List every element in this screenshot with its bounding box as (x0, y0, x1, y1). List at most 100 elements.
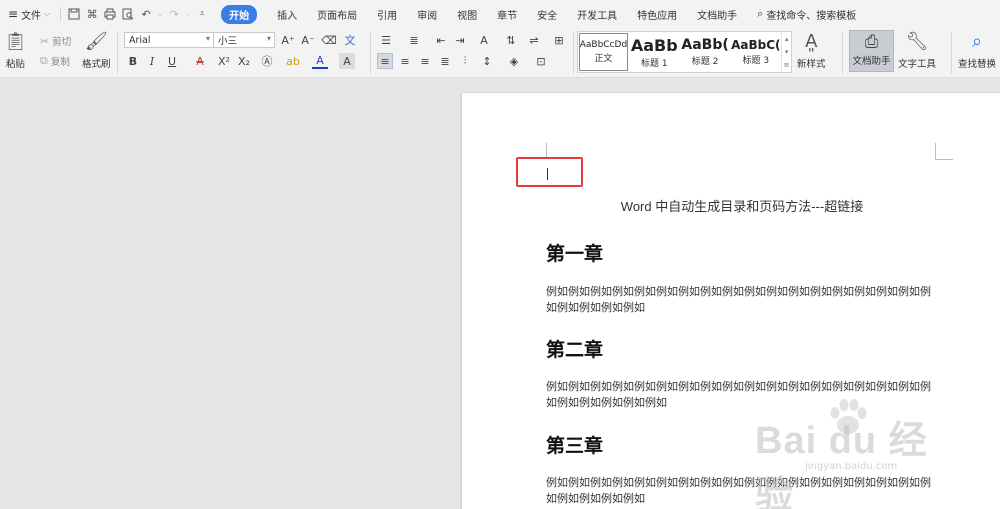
chevron-down-icon: ▾ (205, 34, 210, 43)
shrink-font-icon[interactable]: A⁻ (300, 32, 316, 48)
style-normal[interactable]: AaBbCcDd 正文 (579, 33, 628, 71)
output-pdf-icon[interactable]: ⌘ (83, 0, 101, 28)
increase-indent-icon[interactable]: ⇥ (452, 32, 468, 48)
justify-icon[interactable]: ≣ (437, 53, 453, 69)
font-size-select[interactable]: 小三 ▾ (213, 32, 275, 48)
bullet-list-icon[interactable]: ☰ (378, 32, 394, 48)
brush-icon: 🖌︎ (84, 31, 108, 52)
styles-scrollbar[interactable]: ▴ ▾ ≡ (781, 32, 791, 72)
find-replace-label: 查找替换 (958, 59, 997, 70)
tab-features[interactable]: 特色应用 (627, 0, 687, 28)
style-heading-2[interactable]: AaBb( 标题 2 (680, 32, 731, 72)
align-center-icon[interactable]: ≡ (397, 53, 413, 69)
document-title: Word 中自动生成目录和页码方法---超链接 (620, 199, 864, 214)
numbered-list-icon[interactable]: ≣ (406, 32, 422, 48)
paste-label: 粘贴 (5, 59, 25, 70)
customize-toolbar-icon[interactable]: ⩡ (193, 0, 211, 28)
paste-button[interactable]: 📋︎ 粘贴 (4, 31, 27, 70)
style-heading-1[interactable]: AaBb 标题 1 (629, 32, 680, 72)
grow-font-icon[interactable]: A⁺ (280, 32, 296, 48)
chevron-down-icon: ⌵ (44, 9, 51, 18)
borders-icon[interactable]: ⊡ (533, 53, 549, 69)
save-icon[interactable] (65, 0, 83, 28)
margin-mark (546, 143, 547, 157)
copy-icon: ⧉ (40, 54, 48, 67)
chapter-body: 例如例如例如例如例如例如例如例如例如例如例如例如例如例如例如例如例如例如例如例如… (546, 285, 931, 314)
highlight-box (516, 157, 583, 187)
text-direction-icon[interactable]: A (476, 32, 492, 48)
document-workspace: Word 中自动生成目录和页码方法---超链接 第一章 例如例如例如例如例如例如… (0, 79, 1000, 509)
font-color-icon[interactable]: A (312, 53, 328, 69)
decrease-indent-icon[interactable]: ⇤ (433, 32, 449, 48)
bold-icon[interactable]: B (125, 53, 141, 69)
doc-helper-icon: ⎙ (864, 32, 879, 52)
tab-doc-assistant[interactable]: 文档助手 (687, 0, 747, 28)
clipboard-icon: 📋︎ (4, 31, 27, 52)
tab-insert[interactable]: 插入 (267, 0, 307, 28)
font-name-select[interactable]: Arial ▾ (124, 32, 214, 48)
sort-icon[interactable]: ⇅ (503, 32, 519, 48)
superscript-icon[interactable]: X² (216, 53, 232, 69)
new-style-label: 新样式 (797, 59, 826, 70)
chapter-heading: 第一章 (546, 243, 604, 265)
divider (951, 32, 952, 74)
doc-helper-label: 文档助手 (852, 56, 891, 67)
file-menu[interactable]: ≡ 文件 ⌵ (0, 0, 56, 28)
find-replace-button[interactable]: ⌕ 查找替换 (958, 31, 996, 70)
new-style-button[interactable]: A͈ 新样式 (797, 31, 826, 70)
shading-icon[interactable]: ◈ (506, 53, 522, 69)
undo-icon[interactable]: ↶ (137, 0, 155, 28)
doc-helper-button[interactable]: ⎙ 文档助手 (849, 30, 894, 72)
tab-security[interactable]: 安全 (527, 0, 567, 28)
chapter-heading: 第三章 (546, 435, 604, 457)
tab-home[interactable]: 开始 (211, 0, 267, 28)
copy-button[interactable]: ⧉ 复制 (40, 54, 70, 68)
format-painter-button[interactable]: 🖌︎ 格式刷 (82, 31, 111, 70)
file-menu-label: 文件 (21, 10, 42, 22)
chapter-body: 例如例如例如例如例如例如例如例如例如例如例如例如例如例如例如例如例如例如例如例如… (546, 380, 931, 409)
subscript-icon[interactable]: X₂ (236, 53, 252, 69)
command-search[interactable]: ⌕ 查找命令、搜索模板 (747, 7, 856, 22)
document-page[interactable]: Word 中自动生成目录和页码方法---超链接 第一章 例如例如例如例如例如例如… (462, 93, 1000, 509)
tab-page-layout[interactable]: 页面布局 (307, 0, 367, 28)
distributed-icon[interactable]: ⫶ (457, 53, 473, 69)
phonetic-guide-icon[interactable]: 文 (342, 32, 358, 48)
tab-developer[interactable]: 开发工具 (567, 0, 627, 28)
align-right-icon[interactable]: ≡ (417, 53, 433, 69)
new-style-icon: A͈ (805, 31, 818, 52)
align-left-icon[interactable]: ≡ (377, 53, 393, 69)
text-effect-icon[interactable]: Ⓐ (259, 53, 275, 69)
char-shading-icon[interactable]: A (339, 53, 355, 69)
divider (573, 32, 574, 74)
tab-review[interactable]: 审阅 (407, 0, 447, 28)
tab-references[interactable]: 引用 (367, 0, 407, 28)
print-icon[interactable] (101, 0, 119, 28)
margin-mark (935, 143, 953, 160)
redo-icon[interactable]: ↷ (165, 0, 183, 28)
style-heading-3[interactable]: AaBbC( 标题 3 (730, 32, 781, 72)
text-tools-label: 文字工具 (898, 59, 937, 70)
text-tools-button[interactable]: 🔧︎ 文字工具 (898, 31, 936, 70)
cut-button[interactable]: ✂ 剪切 (40, 34, 71, 49)
italic-icon[interactable]: I (144, 53, 160, 69)
divider (117, 32, 118, 74)
undo-dropdown-icon[interactable]: ⌵ (155, 0, 165, 28)
expand-icon[interactable]: ≡ (784, 61, 790, 69)
hamburger-icon: ≡ (8, 7, 19, 21)
highlight-icon[interactable]: ab (285, 53, 301, 69)
tab-view[interactable]: 视图 (447, 0, 487, 28)
strikethrough-icon[interactable]: A (192, 53, 208, 69)
underline-icon[interactable]: U (164, 53, 180, 69)
command-search-label: 查找命令、搜索模板 (766, 10, 857, 22)
line-spacing-icon[interactable]: ↕ (479, 53, 495, 69)
table-grid-icon[interactable]: ⊞ (551, 32, 567, 48)
show-marks-icon[interactable]: ⇌ (526, 32, 542, 48)
redo-dropdown-icon[interactable]: ⌵ (183, 0, 193, 28)
chevron-up-icon[interactable]: ▴ (785, 35, 789, 43)
clear-format-icon[interactable]: ⌫ (321, 32, 337, 48)
chevron-down-icon[interactable]: ▾ (785, 48, 789, 56)
print-preview-icon[interactable] (119, 0, 137, 28)
tab-section[interactable]: 章节 (487, 0, 527, 28)
chevron-down-icon: ▾ (266, 34, 271, 43)
wrench-icon: 🔧︎ (905, 31, 929, 52)
